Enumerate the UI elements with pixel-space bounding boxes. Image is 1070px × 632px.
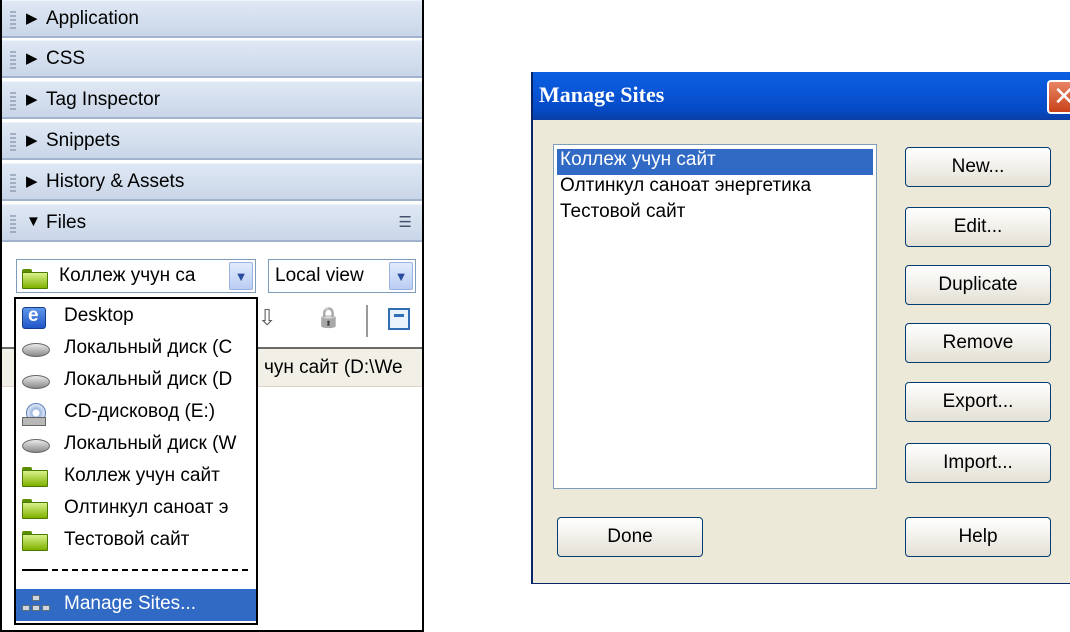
panel-header-files[interactable]: ▼ Files ☰ xyxy=(2,204,422,242)
close-button[interactable]: ✕ xyxy=(1047,80,1070,114)
dropdown-item-label: Manage Sites... xyxy=(64,593,197,614)
collapsed-arrow-icon: ▶ xyxy=(26,10,38,27)
panel-header-snippets[interactable]: ▶ Snippets xyxy=(2,122,422,160)
dropdown-item-label: Локальный диск (W xyxy=(64,433,237,454)
dropdown-item-site-oltinkul[interactable]: Олтинкул саноат э xyxy=(16,493,256,525)
export-button[interactable]: Export... xyxy=(905,382,1051,422)
site-select[interactable]: Коллеж учун са ▼ xyxy=(16,259,256,293)
site-list-item[interactable]: Коллеж учун сайт xyxy=(557,149,873,175)
dropdown-arrow-icon[interactable]: ▼ xyxy=(229,262,253,290)
help-button[interactable]: Help xyxy=(905,517,1051,557)
new-button[interactable]: New... xyxy=(905,147,1051,187)
site-list-item[interactable]: Олтинкул саноат энергетика xyxy=(557,175,873,201)
edit-button[interactable]: Edit... xyxy=(905,207,1051,247)
collapsed-arrow-icon: ▶ xyxy=(26,50,38,67)
panel-title: History & Assets xyxy=(46,171,185,192)
disk-icon xyxy=(22,439,50,453)
grip-icon[interactable] xyxy=(10,11,16,29)
lock-icon[interactable]: 🔒 xyxy=(316,305,341,330)
manage-sites-icon xyxy=(22,595,50,615)
dropdown-separator xyxy=(22,569,248,571)
panel-header-tag-inspector[interactable]: ▶ Tag Inspector xyxy=(2,81,422,119)
panel-title: Tag Inspector xyxy=(46,89,161,110)
dialog-title-bar[interactable]: Manage Sites ✕ xyxy=(533,72,1070,120)
folder-icon xyxy=(22,499,48,519)
site-list-item[interactable]: Тестовой сайт xyxy=(557,201,873,227)
grip-icon[interactable] xyxy=(10,133,16,151)
dropdown-item-label: Олтинкул саноат э xyxy=(64,497,229,518)
panel-title: Files xyxy=(46,212,87,233)
duplicate-button[interactable]: Duplicate xyxy=(905,265,1051,305)
collapsed-arrow-icon: ▶ xyxy=(26,173,38,190)
manage-sites-dialog: Manage Sites ✕ Коллеж учун сайт Олтинкул… xyxy=(531,72,1070,584)
dropdown-item-site-test[interactable]: Тестовой сайт xyxy=(16,525,256,557)
collapsed-arrow-icon: ▶ xyxy=(26,91,38,108)
dialog-title: Manage Sites xyxy=(539,82,665,107)
import-button[interactable]: Import... xyxy=(905,443,1051,483)
dropdown-item-site-college[interactable]: Коллеж учун сайт xyxy=(16,461,256,493)
done-button[interactable]: Done xyxy=(557,517,703,557)
remove-button[interactable]: Remove xyxy=(905,323,1051,363)
dropdown-item-cd-e[interactable]: CD-дисковод (E:) xyxy=(16,397,256,429)
toolbar-divider xyxy=(366,305,368,337)
disk-icon xyxy=(22,343,50,357)
panel-title: CSS xyxy=(46,48,86,69)
panel-header-css[interactable]: ▶ CSS xyxy=(2,40,422,78)
expanded-arrow-icon: ▼ xyxy=(26,213,41,230)
panel-header-application[interactable]: ▶ Application xyxy=(2,0,422,38)
sites-listbox[interactable]: Коллеж учун сайт Олтинкул саноат энергет… xyxy=(553,144,877,489)
files-toolbar: ⇩ 🔒 xyxy=(258,299,422,345)
dropdown-item-label: Тестовой сайт xyxy=(64,529,190,550)
view-select-value: Local view xyxy=(275,265,364,286)
expand-panel-icon[interactable] xyxy=(388,308,410,330)
dropdown-item-desktop[interactable]: Desktop xyxy=(16,301,256,333)
panel-header-history-assets[interactable]: ▶ History & Assets xyxy=(2,163,422,201)
panel-title: Application xyxy=(46,8,139,29)
dropdown-item-manage-sites[interactable]: Manage Sites... xyxy=(16,589,256,621)
site-select-value: Коллеж учун са xyxy=(59,265,196,286)
site-path-text: чун сайт (D:\We xyxy=(264,357,403,378)
grip-icon[interactable] xyxy=(10,174,16,192)
dropdown-item-label: Локальный диск (C xyxy=(64,337,233,358)
dropdown-item-disk-d[interactable]: Локальный диск (D xyxy=(16,365,256,397)
grip-icon[interactable] xyxy=(10,92,16,110)
grip-icon[interactable] xyxy=(10,215,16,233)
cd-icon xyxy=(22,403,46,426)
dropdown-item-disk-w[interactable]: Локальный диск (W xyxy=(16,429,256,461)
dropdown-item-label: Desktop xyxy=(64,305,134,326)
panel-title: Snippets xyxy=(46,130,120,151)
check-in-icon[interactable]: ⇩ xyxy=(258,305,276,331)
grip-icon[interactable] xyxy=(10,51,16,69)
dropdown-item-disk-c[interactable]: Локальный диск (C xyxy=(16,333,256,365)
folder-icon xyxy=(22,467,48,487)
site-dropdown-list: Desktop Локальный диск (C Локальный диск… xyxy=(14,297,258,625)
dropdown-item-label: Локальный диск (D xyxy=(64,369,233,390)
panel-options-icon[interactable]: ☰ xyxy=(399,213,412,231)
disk-icon xyxy=(22,375,50,389)
files-panel-body: Коллеж учун са ▼ Local view ▼ ⇩ 🔒 чун са… xyxy=(2,247,422,630)
dropdown-arrow-icon[interactable]: ▼ xyxy=(389,262,413,290)
desktop-icon xyxy=(22,305,46,329)
collapsed-arrow-icon: ▶ xyxy=(26,132,38,149)
dropdown-item-label: CD-дисковод (E:) xyxy=(64,401,216,422)
folder-icon xyxy=(22,269,48,289)
panel-group: ▶ Application ▶ CSS ▶ Tag Inspector ▶ Sn… xyxy=(0,0,424,632)
view-select[interactable]: Local view ▼ xyxy=(268,259,416,293)
dropdown-item-label: Коллеж учун сайт xyxy=(64,465,220,486)
folder-icon xyxy=(22,531,48,551)
